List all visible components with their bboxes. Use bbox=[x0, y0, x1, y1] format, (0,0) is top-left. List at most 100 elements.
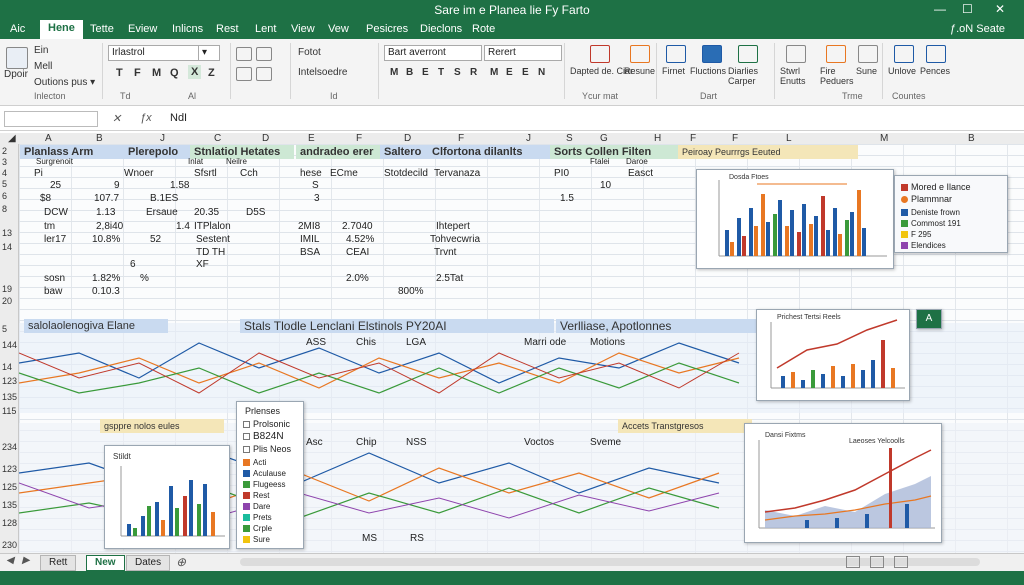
column-header[interactable]: B bbox=[96, 133, 103, 144]
column-header[interactable]: G bbox=[600, 133, 608, 144]
cell[interactable]: Motions bbox=[590, 337, 625, 348]
cell[interactable]: 800% bbox=[398, 286, 424, 297]
popup-item[interactable]: Sure bbox=[243, 535, 270, 544]
font-btn-5[interactable]: X bbox=[188, 65, 202, 79]
cell[interactable]: 0.10.3 bbox=[92, 286, 120, 297]
cell[interactable]: 107.7 bbox=[94, 193, 119, 204]
cell[interactable]: Marri ode bbox=[524, 337, 566, 348]
column-header[interactable]: B bbox=[968, 133, 975, 144]
cell[interactable]: 4.52% bbox=[346, 234, 374, 245]
cell[interactable]: Chip bbox=[356, 437, 377, 448]
popup-item[interactable]: Flugeess bbox=[243, 480, 285, 489]
editing-item-5[interactable]: Diarlies Carper bbox=[728, 66, 766, 86]
page-break-icon[interactable] bbox=[894, 556, 908, 568]
row-header[interactable]: 135 bbox=[2, 500, 17, 510]
merge-icon[interactable] bbox=[256, 67, 272, 81]
field-list-popup[interactable]: Prlenses Prolsonic B824N Plis Neos Acti … bbox=[236, 401, 304, 549]
functions-icon[interactable] bbox=[702, 45, 722, 63]
row-header[interactable]: 20 bbox=[2, 296, 12, 306]
cell[interactable]: Voctos bbox=[524, 437, 554, 448]
cell[interactable]: Cch bbox=[240, 168, 258, 179]
column-header[interactable]: D bbox=[404, 133, 411, 144]
sort-filter-icon[interactable] bbox=[590, 45, 610, 63]
chart-panel[interactable]: Dansi Fixtms Laeoses Yelcoolls bbox=[744, 423, 942, 543]
wrap-text-icon[interactable] bbox=[236, 67, 252, 81]
popup-item[interactable]: Prets bbox=[243, 513, 272, 522]
copy-button[interactable]: Mell bbox=[34, 61, 52, 72]
cell[interactable]: 2.7040 bbox=[342, 221, 373, 232]
styles-select[interactable]: Bart averront bbox=[384, 45, 482, 61]
number-decimal-button[interactable]: Intelsoedre bbox=[298, 67, 347, 78]
cell[interactable]: Ftalei bbox=[590, 157, 610, 166]
cell[interactable]: 9 bbox=[114, 180, 120, 191]
column-header[interactable]: E bbox=[308, 133, 315, 144]
cell[interactable]: XF bbox=[196, 259, 209, 270]
editing-item-2[interactable]: Resune bbox=[624, 66, 655, 76]
cell[interactable]: S bbox=[312, 180, 319, 191]
fx-icon[interactable]: ƒx bbox=[140, 112, 152, 124]
corner-cell[interactable]: ◢ bbox=[8, 133, 16, 144]
cell[interactable]: 2.0% bbox=[346, 273, 369, 284]
find-icon[interactable] bbox=[630, 45, 650, 63]
popup-item[interactable]: Prolsonic bbox=[243, 419, 290, 429]
cell[interactable]: 10 bbox=[600, 180, 611, 191]
normal-view-icon[interactable] bbox=[846, 556, 860, 568]
cell[interactable]: 1.58 bbox=[170, 180, 189, 191]
tab-dieclons[interactable]: Dieclons bbox=[420, 23, 462, 35]
row-header[interactable]: 135 bbox=[2, 392, 17, 402]
cell[interactable]: Asc bbox=[306, 437, 323, 448]
row-header[interactable]: 19 bbox=[2, 284, 12, 294]
cell[interactable]: RS bbox=[410, 533, 424, 544]
cell[interactable]: 2,8i40 bbox=[96, 221, 123, 232]
tab-eview[interactable]: Eview bbox=[128, 23, 157, 35]
font-btn-3[interactable]: M bbox=[152, 67, 161, 79]
cell[interactable]: Wnoer bbox=[124, 168, 153, 179]
row-header[interactable]: 5 bbox=[2, 179, 7, 189]
cell[interactable]: CEAI bbox=[346, 247, 369, 258]
style-btn-3[interactable]: E bbox=[422, 67, 429, 78]
row-header[interactable]: 5 bbox=[2, 324, 7, 334]
cell[interactable]: ler17 bbox=[44, 234, 66, 245]
tab-pesicres[interactable]: Pesicres bbox=[366, 23, 408, 35]
popup-item[interactable]: Rest bbox=[243, 491, 269, 500]
font-btn-2[interactable]: F bbox=[134, 67, 141, 79]
cell[interactable]: D5S bbox=[246, 207, 265, 218]
cut-button[interactable]: Ein bbox=[34, 45, 48, 56]
cell[interactable]: Tervanaza bbox=[434, 168, 480, 179]
cells-btn-1[interactable]: M bbox=[490, 67, 498, 78]
cell[interactable]: PI0 bbox=[554, 168, 569, 179]
style-btn-1[interactable]: M bbox=[390, 67, 398, 78]
column-header[interactable]: A bbox=[45, 133, 52, 144]
cell[interactable]: Tohvecwria bbox=[430, 234, 480, 245]
close-button[interactable]: ✕ bbox=[995, 2, 1005, 16]
cell[interactable]: % bbox=[140, 273, 149, 284]
row-header[interactable]: 2 bbox=[2, 146, 7, 156]
cells-btn-2[interactable]: E bbox=[506, 67, 513, 78]
cell[interactable]: $8 bbox=[40, 193, 51, 204]
chart-icon[interactable] bbox=[826, 45, 846, 63]
column-header[interactable]: C bbox=[214, 133, 221, 144]
font-btn-1[interactable]: T bbox=[116, 67, 123, 79]
popup-item[interactable]: Crple bbox=[243, 524, 272, 533]
font-btn-4[interactable]: Q bbox=[170, 67, 179, 79]
minimize-button[interactable]: — bbox=[934, 2, 946, 16]
align-left-icon[interactable] bbox=[236, 47, 252, 61]
time-icon[interactable] bbox=[858, 45, 878, 63]
cell[interactable]: NSS bbox=[406, 437, 427, 448]
cell[interactable]: Pi bbox=[34, 168, 43, 179]
tab-rote[interactable]: Rote bbox=[472, 23, 495, 35]
column-header[interactable]: F bbox=[458, 133, 464, 144]
cell[interactable]: sosn bbox=[44, 273, 65, 284]
table-icon[interactable] bbox=[786, 45, 806, 63]
row-header[interactable]: 8 bbox=[2, 204, 7, 214]
column-header[interactable]: F bbox=[690, 133, 696, 144]
row-header[interactable]: 6 bbox=[2, 191, 7, 201]
row-header[interactable]: 123 bbox=[2, 376, 17, 386]
sheet-tab[interactable]: Dates bbox=[126, 555, 171, 571]
popup-item[interactable]: Plis Neos bbox=[243, 444, 291, 454]
cell[interactable]: baw bbox=[44, 286, 62, 297]
cell[interactable]: LGA bbox=[406, 337, 426, 348]
add-sheet-icon[interactable]: ⊕ bbox=[176, 555, 186, 569]
row-header[interactable]: 144 bbox=[2, 340, 17, 350]
page-layout-icon[interactable] bbox=[870, 556, 884, 568]
